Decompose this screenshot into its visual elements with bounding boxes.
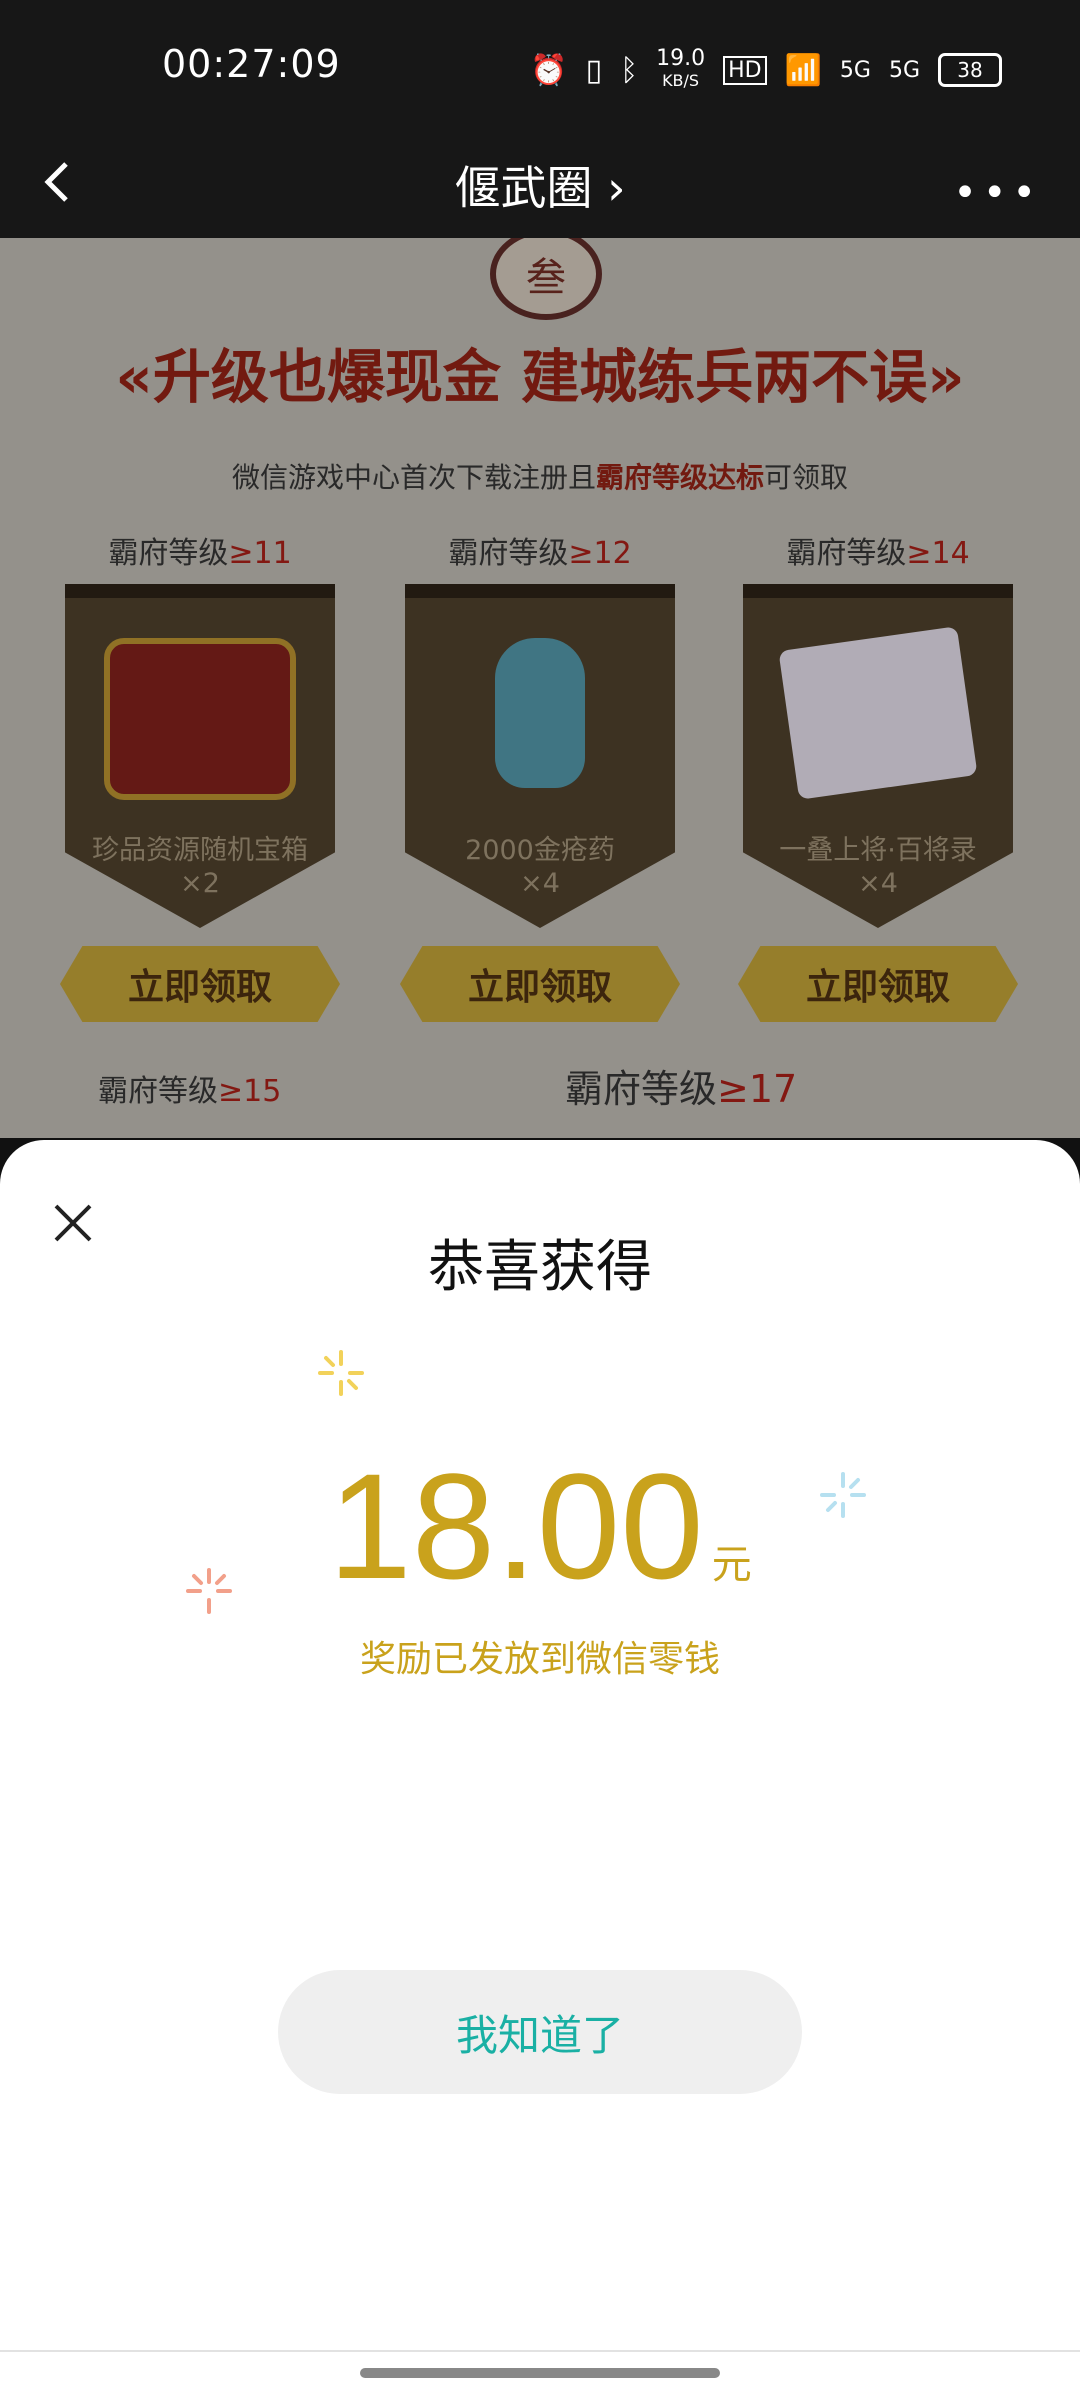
reward-banner: 珍品资源随机宝箱 ×2 xyxy=(65,584,335,928)
status-bar: 00:27:09 ⏰ ▯ ᛒ 19.0 KB/S HD 📶 5G 5G 38 xyxy=(0,0,1080,140)
vibrate-icon: ▯ xyxy=(585,52,603,88)
reward-qty: ×4 xyxy=(520,868,560,899)
level-requirement: 霸府等级≥12 xyxy=(448,536,632,571)
net-speed: 19.0 KB/S xyxy=(656,46,706,91)
claim-button[interactable]: 立即领取 xyxy=(400,946,680,1022)
reward-banner: 一叠上将·百将录 ×4 xyxy=(743,584,1013,928)
level-requirement: 霸府等级≥17 xyxy=(565,1067,798,1111)
reward-card: 霸府等级≥12 2000金疮药 ×4 立即领取 xyxy=(395,528,685,1022)
claim-button[interactable]: 立即领取 xyxy=(60,946,340,1022)
signal-5g-icon-2: 5G xyxy=(888,57,920,83)
wifi-icon: 📶 xyxy=(784,52,822,88)
home-indicator[interactable] xyxy=(360,2368,720,2378)
alarm-icon: ⏰ xyxy=(530,52,568,88)
divider xyxy=(0,2350,1080,2352)
amount-unit: 元 xyxy=(711,1542,752,1588)
reward-dialog: 恭喜获得 18.00 元 奖励已发放到微信零钱 我知道了 xyxy=(0,1140,1080,2400)
status-time: 00:27:09 xyxy=(162,42,341,86)
medicine-bottle-icon xyxy=(495,638,585,788)
signal-5g-icon: 5G xyxy=(839,57,871,83)
sparkle-icon xyxy=(318,1350,364,1396)
emblem-icon: 叁 xyxy=(490,238,602,320)
claim-button[interactable]: 立即领取 xyxy=(738,946,1018,1022)
acknowledge-button[interactable]: 我知道了 xyxy=(278,1970,802,2094)
reward-name: 珍品资源随机宝箱 xyxy=(92,835,308,866)
reward-card: 霸府等级≥11 珍品资源随机宝箱 ×2 立即领取 xyxy=(55,528,345,1022)
reward-qty: ×2 xyxy=(180,868,220,899)
amount-value: 18.00 xyxy=(328,1442,704,1610)
more-icon[interactable]: ••• xyxy=(953,170,1042,216)
level-requirement: 霸府等级≥14 xyxy=(786,536,970,571)
dialog-title: 恭喜获得 xyxy=(428,1235,652,1300)
hd-icon: HD xyxy=(723,55,767,85)
reward-amount: 18.00 元 xyxy=(0,1440,1080,1613)
scroll-icon xyxy=(778,626,978,800)
reward-card: 霸府等级≥14 一叠上将·百将录 ×4 立即领取 xyxy=(733,528,1023,1022)
reward-banner: 2000金疮药 ×4 xyxy=(405,584,675,928)
event-subline: 微信游戏中心首次下载注册且霸府等级达标可领取 xyxy=(231,461,849,494)
reward-name: 2000金疮药 xyxy=(465,835,615,866)
reward-qty: ×4 xyxy=(858,868,898,899)
nav-title[interactable]: 偃武圈 › xyxy=(0,152,1080,218)
battery-icon: 38 xyxy=(938,53,1002,87)
level-requirement: 霸府等级≥15 xyxy=(98,1074,282,1109)
reward-name: 一叠上将·百将录 xyxy=(779,835,977,866)
event-headline: «升级也爆现金 建城练兵两不误» xyxy=(115,343,965,411)
nav-bar: 偃武圈 › ••• xyxy=(0,140,1080,238)
level-requirement: 霸府等级≥11 xyxy=(108,536,292,571)
event-page: 叁 «升级也爆现金 建城练兵两不误» 微信游戏中心首次下载注册且霸府等级达标可领… xyxy=(0,238,1080,1138)
reward-note: 奖励已发放到微信零钱 xyxy=(359,1639,720,1680)
treasure-chest-icon xyxy=(104,638,296,800)
bluetooth-icon: ᛒ xyxy=(620,52,639,88)
system-icons: ⏰ ▯ ᛒ 19.0 KB/S HD 📶 5G 5G 38 xyxy=(530,48,1002,92)
